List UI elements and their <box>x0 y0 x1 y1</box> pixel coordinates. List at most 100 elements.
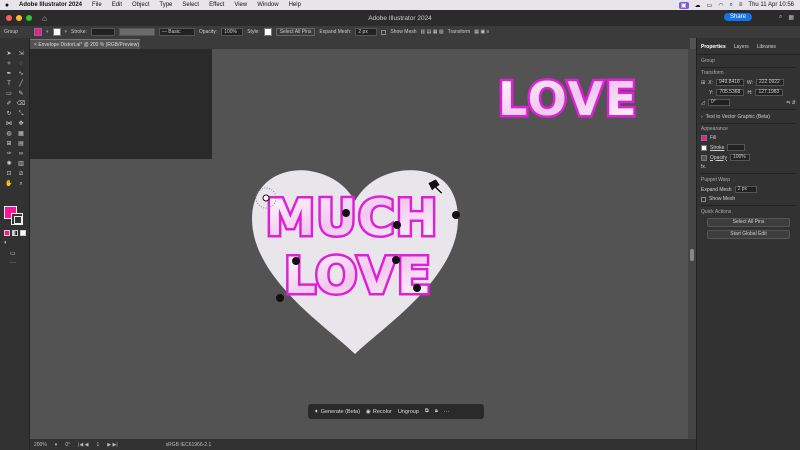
search-icon[interactable]: ⌕ <box>730 2 733 9</box>
rectangle-tool-icon[interactable]: ▭ <box>4 90 14 99</box>
pin[interactable] <box>452 211 460 219</box>
envelope-text-group[interactable]: MUCH LOVE <box>263 187 440 308</box>
stroke-weight-field[interactable] <box>90 28 115 36</box>
app-menu[interactable]: Adobe Illustrator 2024 <box>14 2 87 8</box>
gradient-mode-icon[interactable] <box>12 230 18 236</box>
perspective-grid-tool-icon[interactable]: ▦ <box>16 130 26 139</box>
direct-selection-tool-icon[interactable]: ⇲ <box>16 50 26 59</box>
show-mesh-panel-checkbox[interactable] <box>701 196 706 202</box>
fill-stroke-widget[interactable] <box>4 206 24 226</box>
appearance-stroke-field[interactable] <box>727 144 746 151</box>
shaper-tool-icon[interactable]: ✐ <box>4 100 14 109</box>
stroke-color-icon[interactable] <box>11 213 23 225</box>
workspace-icon[interactable]: ▦ <box>788 14 794 21</box>
extra-controls-icons[interactable]: ▦ ▣ ≡ <box>474 29 489 35</box>
appearance-stroke-swatch[interactable] <box>701 144 707 151</box>
show-mesh-checkbox[interactable] <box>381 29 387 35</box>
menu-edit[interactable]: Edit <box>107 2 127 8</box>
zoom-tool-icon[interactable]: ⌕ <box>16 180 26 189</box>
menu-select[interactable]: Select <box>177 2 204 8</box>
search-help-icon[interactable]: ⌕ <box>779 14 782 21</box>
hand-tool-icon[interactable]: ✋ <box>4 180 14 189</box>
more-options-button[interactable]: ··· <box>444 409 450 415</box>
battery-icon[interactable]: ▭ <box>707 2 713 9</box>
appearance-stroke-label[interactable]: Stroke <box>710 145 724 151</box>
pin-selected[interactable] <box>262 194 270 202</box>
opacity-label[interactable]: Opacity: <box>199 29 217 35</box>
scrollbar-thumb[interactable] <box>690 249 694 261</box>
blend-tool-icon[interactable]: ∞ <box>16 150 26 159</box>
mesh-tool-icon[interactable]: ⊞ <box>4 140 14 149</box>
selection-tool-icon[interactable]: ➤ <box>4 50 14 59</box>
artboard-number[interactable]: 1 <box>96 442 99 448</box>
menu-window[interactable]: Window <box>252 2 283 8</box>
artboard-nav-next-icon[interactable]: ▶ ▶| <box>107 442 117 448</box>
zoom-dropdown-icon[interactable]: ▾ <box>55 442 58 448</box>
tab-layers[interactable]: Layers <box>734 44 749 50</box>
align-icons[interactable]: ▥ ▤ ▦ ▧ <box>421 29 444 35</box>
artboard-nav-icon[interactable]: |◀ ◀ <box>78 442 88 448</box>
duplicate-icon[interactable]: ⧉ <box>425 408 429 415</box>
menu-effect[interactable]: Effect <box>204 2 229 8</box>
control-center-icon[interactable]: ≡ <box>739 2 743 8</box>
cloud-icon[interactable]: ☁ <box>695 2 701 9</box>
opacity-field[interactable]: 100% <box>221 28 244 36</box>
pin[interactable] <box>392 256 400 264</box>
edit-toolbar-icon[interactable]: ··· <box>10 260 16 266</box>
rotate-field[interactable]: 0° <box>707 99 730 106</box>
pin[interactable] <box>413 284 421 292</box>
start-global-edit-button[interactable]: Start Global Edit <box>707 230 790 239</box>
x-field[interactable]: 949.8418 <box>715 79 744 86</box>
color-mode-icon[interactable] <box>4 230 10 236</box>
draw-modes-icon[interactable]: ◐ <box>4 240 8 246</box>
pin[interactable] <box>292 257 300 265</box>
type-tool-icon[interactable]: T <box>4 80 14 89</box>
fx-button[interactable]: fx. <box>701 164 706 170</box>
rotate-tool-icon[interactable]: ↻ <box>4 110 14 119</box>
menu-object[interactable]: Object <box>127 2 154 8</box>
paintbrush-tool-icon[interactable]: ✎ <box>16 90 26 99</box>
gradient-tool-icon[interactable]: ▤ <box>16 140 26 149</box>
pin[interactable] <box>276 294 284 302</box>
flip-icons[interactable]: ⇋ ⇵ <box>786 100 796 106</box>
line-tool-icon[interactable]: ╱ <box>16 80 26 89</box>
ungroup-button[interactable]: Ungroup <box>398 409 419 415</box>
fill-swatch[interactable] <box>34 28 42 36</box>
artboard-tool-icon[interactable]: ⊡ <box>4 170 14 179</box>
menu-help[interactable]: Help <box>284 2 306 8</box>
fill-dropdown-icon[interactable]: ▾ <box>46 29 49 35</box>
expand-mesh-field[interactable]: 2 px <box>355 28 378 36</box>
slice-tool-icon[interactable]: ⧄ <box>16 170 26 179</box>
brush-field[interactable]: — Basic <box>158 28 195 36</box>
appearance-opacity-label[interactable]: Opacity <box>710 155 727 161</box>
variable-width-field[interactable] <box>118 28 155 36</box>
appearance-opacity-field[interactable]: 100% <box>729 154 750 161</box>
scale-tool-icon[interactable]: ⤡ <box>16 110 26 119</box>
stroke-label[interactable]: Stroke: <box>71 29 87 35</box>
puppet-warp-tool-icon[interactable]: ✥ <box>16 120 26 129</box>
style-swatch[interactable] <box>263 28 272 36</box>
lasso-tool-icon[interactable]: ◌ <box>16 60 26 69</box>
canvas-area[interactable]: LOVE MUCH LOVE <box>30 49 688 439</box>
rotation-value[interactable]: 0° <box>65 442 70 448</box>
screen-mode-icon[interactable]: ▭ <box>10 250 16 257</box>
eyedropper-tool-icon[interactable]: ✑ <box>4 150 14 159</box>
text-to-vector-section[interactable]: Text to Vector Graphic (Beta) <box>706 114 770 120</box>
w-field[interactable]: 222.0922 <box>755 79 784 86</box>
symbol-sprayer-tool-icon[interactable]: ✺ <box>4 160 14 169</box>
stroke-swatch[interactable] <box>52 28 61 36</box>
zoom-level[interactable]: 200% <box>34 442 47 448</box>
tab-properties[interactable]: Properties <box>701 44 726 50</box>
recolor-button[interactable]: ◉ Recolor <box>366 409 392 415</box>
eraser-tool-icon[interactable]: ⌫ <box>16 100 26 109</box>
none-mode-icon[interactable] <box>20 230 26 236</box>
menu-type[interactable]: Type <box>154 2 177 8</box>
magic-wand-tool-icon[interactable]: ✧ <box>4 60 14 69</box>
pin[interactable] <box>393 221 401 229</box>
curvature-tool-icon[interactable]: ∿ <box>16 70 26 79</box>
h-field[interactable]: 127.1983 <box>755 89 784 96</box>
lock-icon[interactable]: 🔒︎ <box>435 408 438 415</box>
canvas-vertical-scrollbar[interactable] <box>688 49 696 439</box>
width-tool-icon[interactable]: ⋈ <box>4 120 14 129</box>
shape-builder-tool-icon[interactable]: ◍ <box>4 130 14 139</box>
